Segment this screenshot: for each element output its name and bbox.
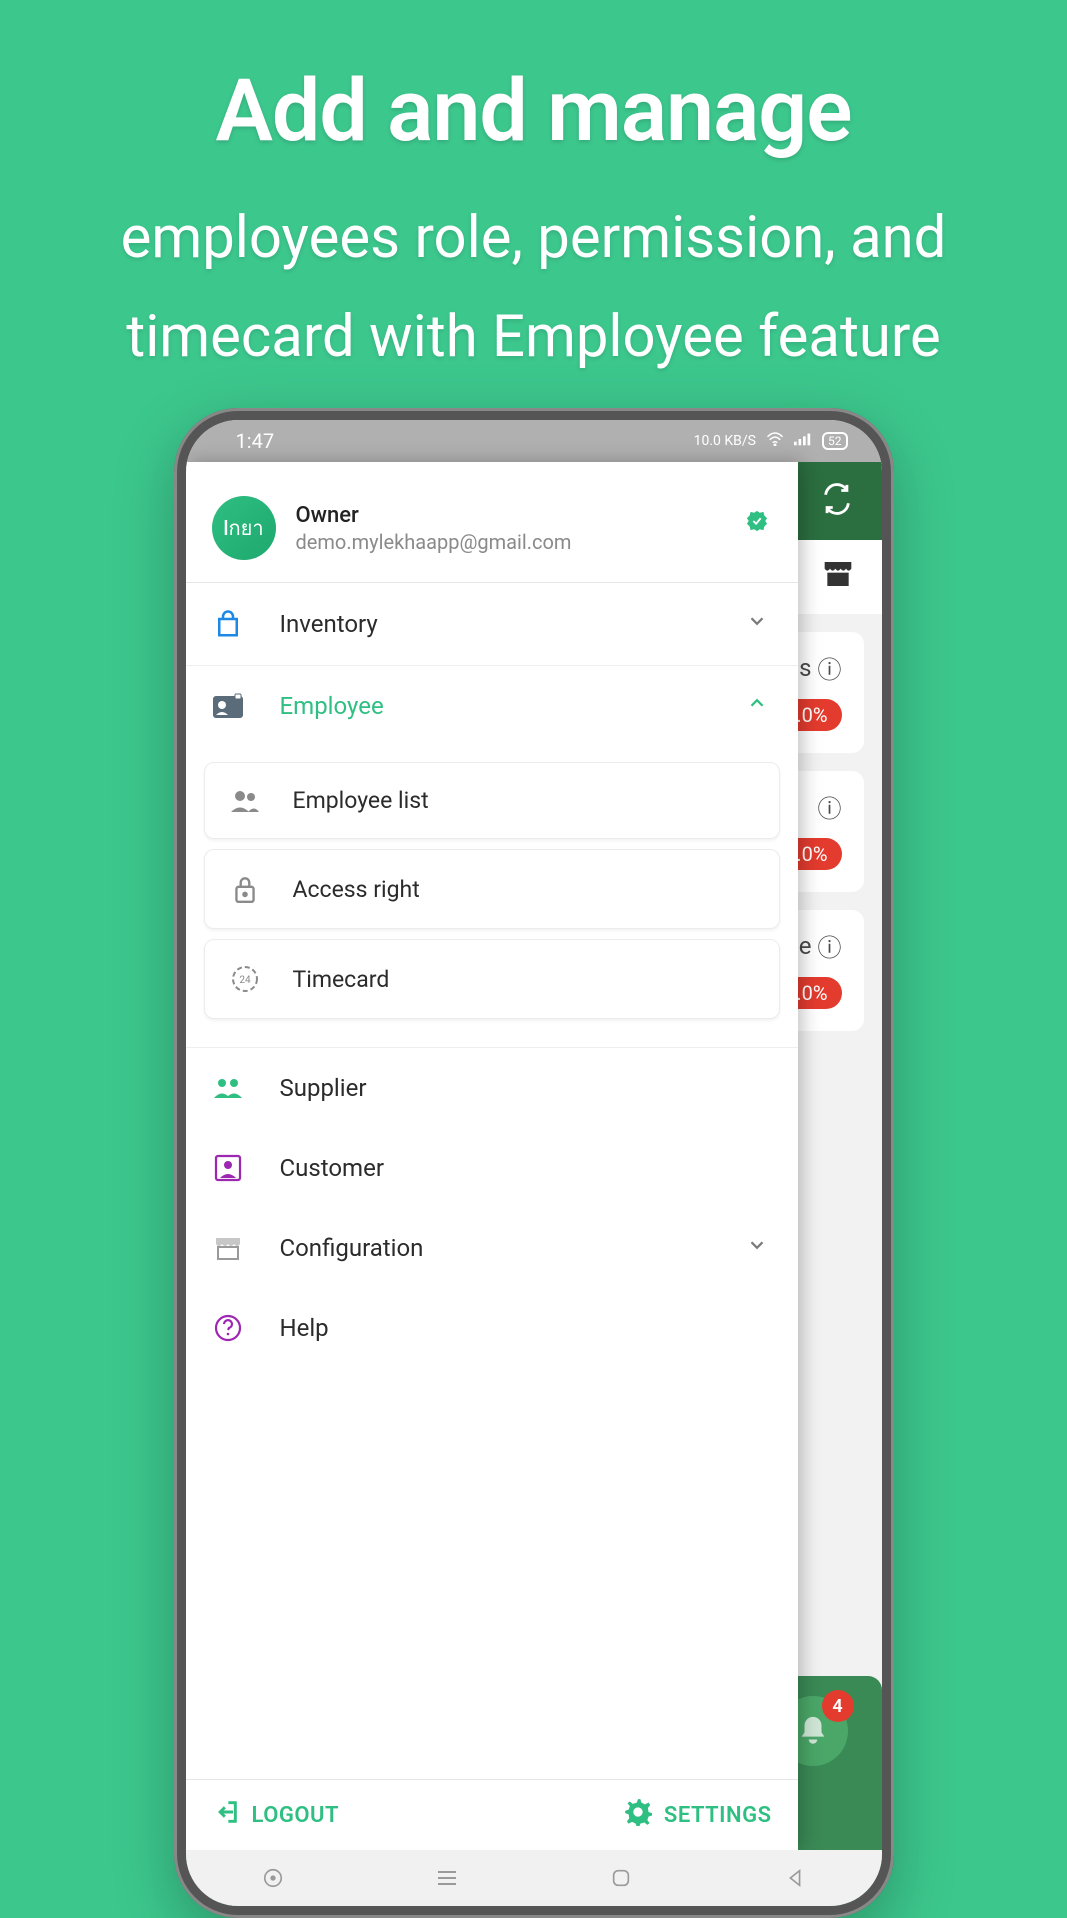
chevron-down-icon [746, 1234, 768, 1262]
help-icon [210, 1314, 246, 1342]
settings-button[interactable]: SETTINGS [624, 1798, 772, 1832]
status-netspeed: 10.0 KB/S [694, 433, 756, 449]
phone-frame: 1:47 10.0 KB/S 52 [174, 408, 894, 1918]
logout-button[interactable]: LOGOUT [212, 1798, 340, 1832]
person-box-icon [210, 1154, 246, 1182]
profile-email: demo.mylekhaapp@gmail.com [296, 530, 572, 554]
gear-icon [624, 1798, 652, 1832]
info-icon: ⓘ [818, 789, 842, 824]
info-icon: ⓘ [818, 650, 842, 685]
drawer-footer: LOGOUT SETTINGS [186, 1779, 798, 1850]
group-icon [210, 1077, 246, 1099]
nav-back-icon[interactable] [778, 1861, 812, 1895]
submenu-access-right[interactable]: Access right [204, 849, 780, 929]
clock-24-icon: 24 [227, 964, 263, 994]
lock-icon [227, 874, 263, 904]
verified-icon [746, 510, 768, 532]
info-icon: ⓘ [818, 928, 842, 963]
menu-item-employee[interactable]: Employee [186, 665, 798, 746]
profile-role: Owner [296, 503, 572, 528]
profile-header[interactable]: lกยา Owner demo.mylekhaapp@gmail.com [186, 462, 798, 582]
nav-home-icon[interactable] [604, 1861, 638, 1895]
storefront-icon [210, 1235, 246, 1261]
menu-label: Supplier [280, 1074, 367, 1102]
signal-icon [794, 432, 812, 450]
svg-text:24: 24 [239, 975, 251, 986]
submenu-timecard[interactable]: 24 Timecard [204, 939, 780, 1019]
menu-label: Configuration [280, 1234, 424, 1262]
hero-title: Add and manage [0, 60, 1067, 161]
nav-recent-icon[interactable] [430, 1861, 464, 1895]
menu-item-inventory[interactable]: Inventory [186, 583, 798, 665]
nav-assist-icon[interactable] [256, 1861, 290, 1895]
sync-icon[interactable] [820, 482, 854, 520]
hero: Add and manage employees role, permissio… [0, 0, 1067, 386]
chevron-up-icon [746, 692, 768, 720]
nav-drawer: lกยา Owner demo.mylekhaapp@gmail.com [186, 462, 798, 1850]
people-icon [227, 789, 263, 813]
menu-item-supplier[interactable]: Supplier [186, 1048, 798, 1128]
submenu-label: Timecard [293, 966, 390, 993]
menu-label: Inventory [280, 610, 378, 638]
android-navbar [186, 1850, 882, 1906]
submenu-label: Access right [293, 876, 420, 903]
menu-item-help[interactable]: Help [186, 1288, 798, 1368]
menu-item-customer[interactable]: Customer [186, 1128, 798, 1208]
store-icon[interactable] [822, 559, 854, 596]
chevron-down-icon [746, 610, 768, 638]
logout-icon [212, 1798, 240, 1832]
bag-icon [210, 609, 246, 639]
menu-label: Customer [280, 1154, 384, 1182]
menu-item-configuration[interactable]: Configuration [186, 1208, 798, 1288]
menu: Inventory Employee [186, 583, 798, 1779]
avatar: lกยา [212, 496, 276, 560]
settings-label: SETTINGS [664, 1803, 772, 1828]
submenu-employee-list[interactable]: Employee list [204, 762, 780, 839]
status-right: 10.0 KB/S 52 [694, 432, 848, 450]
id-card-icon [210, 693, 246, 719]
employee-submenu: Employee list Access right 24 [186, 746, 798, 1048]
submenu-label: Employee list [293, 787, 429, 814]
hero-subtitle: employees role, permission, and timecard… [0, 189, 1067, 386]
menu-label: Employee [280, 692, 384, 720]
phone-screen: 1:47 10.0 KB/S 52 [186, 420, 882, 1906]
logout-label: LOGOUT [252, 1803, 340, 1828]
wifi-icon [766, 432, 784, 450]
status-time: 1:47 [236, 429, 275, 453]
status-bar: 1:47 10.0 KB/S 52 [186, 420, 882, 462]
notification-count: 4 [822, 1690, 854, 1722]
battery-level: 52 [822, 432, 848, 450]
menu-label: Help [280, 1314, 329, 1342]
